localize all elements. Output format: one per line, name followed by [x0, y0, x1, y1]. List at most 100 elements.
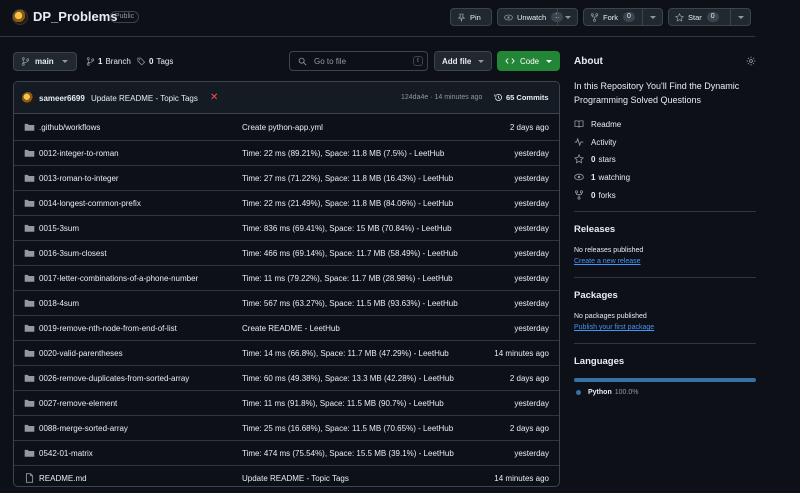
- folder-icon: [24, 349, 35, 357]
- file-name[interactable]: 0017-letter-combinations-of-a-phone-numb…: [39, 274, 198, 283]
- file-commit-message[interactable]: Time: 25 ms (16.68%), Space: 11.5 MB (70…: [242, 424, 453, 433]
- file-commit-message[interactable]: Time: 466 ms (69.14%), Space: 11.7 MB (5…: [242, 249, 458, 258]
- file-name[interactable]: 0013-roman-to-integer: [39, 174, 119, 183]
- owner-avatar[interactable]: [12, 9, 28, 25]
- fork-dropdown[interactable]: [642, 9, 662, 25]
- fork-label: Fork: [603, 12, 618, 22]
- file-commit-date: yesterday: [514, 224, 549, 233]
- file-commit-message[interactable]: Time: 27 ms (71.22%), Space: 11.8 MB (16…: [242, 174, 453, 183]
- branch-selector[interactable]: main: [13, 52, 77, 71]
- file-name[interactable]: 0020-valid-parentheses: [39, 349, 123, 358]
- file-commit-message[interactable]: Time: 14 ms (66.8%), Space: 11.7 MB (47.…: [242, 349, 449, 358]
- file-name[interactable]: 0018-4sum: [39, 299, 79, 308]
- commit-author[interactable]: sameer6699: [39, 94, 85, 103]
- branches-link[interactable]: 1 Branch: [86, 57, 131, 66]
- file-commit-date: yesterday: [514, 449, 549, 458]
- create-release-link[interactable]: Create a new release: [574, 258, 641, 265]
- latest-commit-bar: sameer6699 Update README - Topic Tags ✕ …: [14, 82, 559, 114]
- readme-link[interactable]: Readme: [574, 119, 621, 129]
- table-row[interactable]: 0017-letter-combinations-of-a-phone-numb…: [14, 265, 559, 290]
- commits-link[interactable]: 65 Commits: [494, 93, 549, 102]
- visibility-badge: Public: [110, 11, 140, 23]
- table-row[interactable]: README.md Update README - Topic Tags 14 mi…: [14, 465, 559, 486]
- table-row[interactable]: 0016-3sum-closest Time: 466 ms (69.14%), …: [14, 240, 559, 265]
- table-row[interactable]: 0542-01-matrix Time: 474 ms (75.54%), Spa…: [14, 440, 559, 465]
- file-name[interactable]: .github/workflows: [39, 123, 100, 132]
- table-row[interactable]: 0026-remove-duplicates-from-sorted-array…: [14, 365, 559, 390]
- table-row[interactable]: 0027-remove-element Time: 11 ms (91.8%), …: [14, 390, 559, 415]
- file-commit-message[interactable]: Time: 60 ms (49.38%), Space: 13.3 MB (42…: [242, 374, 454, 383]
- pulse-icon: [574, 137, 584, 147]
- code-button[interactable]: Code: [497, 51, 560, 71]
- add-file-button[interactable]: Add file: [434, 51, 492, 71]
- folder-icon: [24, 224, 35, 232]
- pin-button[interactable]: Pin: [450, 8, 492, 26]
- file-name[interactable]: 0542-01-matrix: [39, 449, 93, 458]
- sidebar-divider: [574, 277, 756, 278]
- unwatch-dropdown[interactable]: [557, 9, 577, 25]
- language-name: Python: [588, 389, 612, 396]
- unwatch-label: Unwatch: [517, 12, 547, 22]
- file-name[interactable]: 0016-3sum-closest: [39, 249, 107, 258]
- table-row[interactable]: 0020-valid-parentheses Time: 14 ms (66.8%…: [14, 340, 559, 365]
- file-name[interactable]: 0088-merge-sorted-array: [39, 424, 128, 433]
- file-commit-message[interactable]: Update README - Topic Tags: [242, 474, 349, 483]
- commit-author-avatar[interactable]: [22, 92, 34, 104]
- file-commit-message[interactable]: Time: 836 ms (69.41%), Space: 15 MB (70.…: [242, 224, 452, 233]
- file-name[interactable]: 0012-integer-to-roman: [39, 149, 119, 158]
- check-failed-icon[interactable]: ✕: [210, 92, 218, 103]
- eye-icon: [504, 14, 513, 20]
- file-commit-message[interactable]: Time: 22 ms (89.21%), Space: 11.8 MB (7.…: [242, 149, 444, 158]
- table-row[interactable]: 0088-merge-sorted-array Time: 25 ms (16.6…: [14, 415, 559, 440]
- file-name[interactable]: 0027-remove-element: [39, 399, 117, 408]
- table-row[interactable]: 0013-roman-to-integer Time: 27 ms (71.22%…: [14, 165, 559, 190]
- pin-label: Pin: [470, 12, 481, 22]
- unwatch-button[interactable]: Unwatch 1: [497, 8, 578, 26]
- forks-count: 0: [591, 190, 596, 200]
- commits-count: 65 Commits: [506, 93, 549, 102]
- forks-link[interactable]: 0 forks: [574, 190, 616, 200]
- file-name[interactable]: 0015-3sum: [39, 224, 79, 233]
- tags-label: Tags: [156, 57, 174, 66]
- packages-title[interactable]: Packages: [574, 290, 618, 301]
- table-row[interactable]: .github/workflows Create python-app.yml 2 …: [14, 115, 559, 140]
- file-commit-message[interactable]: Time: 474 ms (75.54%), Space: 15.5 MB (3…: [242, 449, 454, 458]
- go-to-file-input[interactable]: Go to file t: [289, 51, 428, 71]
- activity-link[interactable]: Activity: [574, 137, 616, 147]
- file-commit-message[interactable]: Time: 11 ms (91.8%), Space: 11.5 MB (90.…: [242, 399, 444, 408]
- language-item[interactable]: Python 100.0%: [576, 389, 638, 396]
- star-label: Star: [688, 12, 702, 22]
- file-commit-message[interactable]: Create README - LeetHub: [242, 324, 340, 333]
- repo-header: DP_Problems Public Pin Unwatch 1 Fork 0 …: [0, 0, 800, 36]
- file-name[interactable]: README.md: [39, 474, 87, 483]
- tags-link[interactable]: 0 Tags: [137, 57, 173, 66]
- file-name[interactable]: 0019-remove-nth-node-from-end-of-list: [39, 324, 177, 333]
- file-name[interactable]: 0026-remove-duplicates-from-sorted-array: [39, 374, 189, 383]
- table-row[interactable]: 0019-remove-nth-node-from-end-of-list Cre…: [14, 315, 559, 340]
- table-row[interactable]: 0012-integer-to-roman Time: 22 ms (89.21%…: [14, 140, 559, 165]
- star-button[interactable]: Star 0: [668, 8, 751, 26]
- branches-label: Branch: [105, 57, 131, 66]
- file-name[interactable]: 0014-longest-common-prefix: [39, 199, 141, 208]
- gear-icon[interactable]: [746, 56, 756, 66]
- file-commit-date: 2 days ago: [509, 123, 549, 132]
- table-row[interactable]: 0014-longest-common-prefix Time: 22 ms (2…: [14, 190, 559, 215]
- stars-link[interactable]: 0 stars: [574, 154, 616, 164]
- folder-icon: [24, 174, 35, 182]
- star-dropdown[interactable]: [730, 9, 750, 25]
- table-row[interactable]: 0018-4sum Time: 567 ms (63.27%), Space: 1…: [14, 290, 559, 315]
- file-commit-message[interactable]: Time: 22 ms (21.49%), Space: 11.8 MB (84…: [242, 199, 453, 208]
- file-commit-message[interactable]: Time: 567 ms (63.27%), Space: 11.5 MB (9…: [242, 299, 458, 308]
- publish-package-link[interactable]: Publish your first package: [574, 324, 654, 331]
- file-commit-message[interactable]: Time: 11 ms (79.22%), Space: 11.7 MB (28…: [242, 274, 453, 283]
- table-row[interactable]: 0015-3sum Time: 836 ms (69.41%), Space: 1…: [14, 215, 559, 240]
- repo-name[interactable]: DP_Problems: [33, 9, 118, 24]
- file-commit-message[interactable]: Create python-app.yml: [242, 123, 323, 132]
- watchers-link[interactable]: 1 watching: [574, 172, 630, 182]
- commit-sha-time[interactable]: 124da4e · 14 minutes ago: [401, 94, 482, 101]
- folder-icon: [24, 399, 35, 407]
- fork-button[interactable]: Fork 0: [583, 8, 663, 26]
- releases-title[interactable]: Releases: [574, 224, 615, 235]
- branches-count: 1: [98, 57, 103, 66]
- commit-message[interactable]: Update README - Topic Tags: [91, 94, 198, 103]
